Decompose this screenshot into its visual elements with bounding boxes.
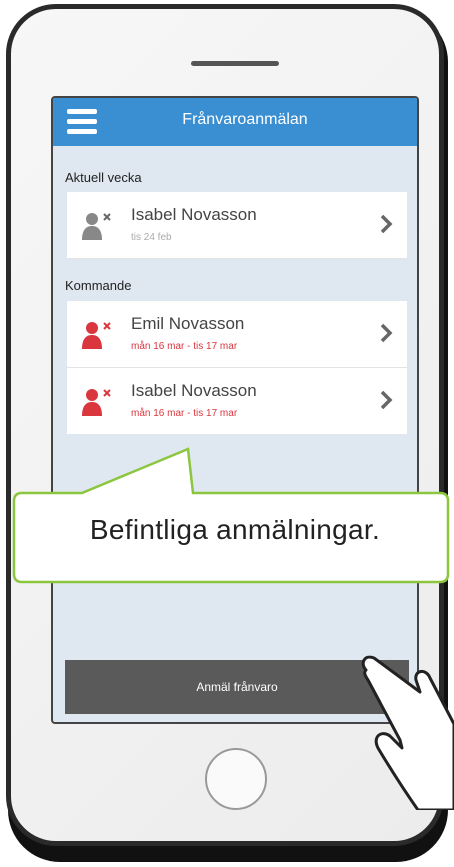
home-button[interactable]: [205, 748, 267, 810]
list-item[interactable]: Isabel Novasson tis 24 feb: [67, 192, 407, 259]
person-remove-icon: [82, 322, 111, 349]
person-remove-icon: [82, 213, 111, 240]
section-label-upcoming: Kommande: [65, 278, 132, 293]
absence-date: tis 24 feb: [131, 232, 172, 243]
callout-text: Befintliga anmälningar.: [89, 514, 381, 545]
report-absence-button[interactable]: Anmäl frånvaro: [65, 660, 409, 714]
absence-date: mån 16 mar - tis 17 mar: [131, 341, 238, 352]
section-label-current-week: Aktuell vecka: [65, 170, 142, 185]
chevron-right-icon: [380, 214, 393, 234]
person-remove-icon: [82, 389, 111, 416]
absence-name: Isabel Novasson: [131, 205, 257, 224]
phone-screen: Frånvaroanmälan Aktuell vecka Isabel Nov…: [51, 96, 419, 724]
list-item[interactable]: Isabel Novasson mån 16 mar - tis 17 mar: [67, 368, 407, 434]
list-item[interactable]: Emil Novasson mån 16 mar - tis 17 mar: [67, 301, 407, 368]
absence-date: mån 16 mar - tis 17 mar: [131, 408, 238, 419]
app-bar: Frånvaroanmälan: [53, 98, 417, 146]
absence-name: Emil Novasson: [131, 314, 245, 333]
absence-name: Isabel Novasson: [131, 381, 257, 400]
phone-speaker: [191, 61, 279, 66]
current-week-list: Isabel Novasson tis 24 feb: [67, 192, 407, 259]
chevron-right-icon: [380, 323, 393, 343]
chevron-right-icon: [380, 390, 393, 410]
upcoming-list: Emil Novasson mån 16 mar - tis 17 mar Is…: [67, 301, 407, 434]
page-title: Frånvaroanmälan: [182, 111, 308, 128]
pointing-hand-icon: [361, 655, 454, 810]
